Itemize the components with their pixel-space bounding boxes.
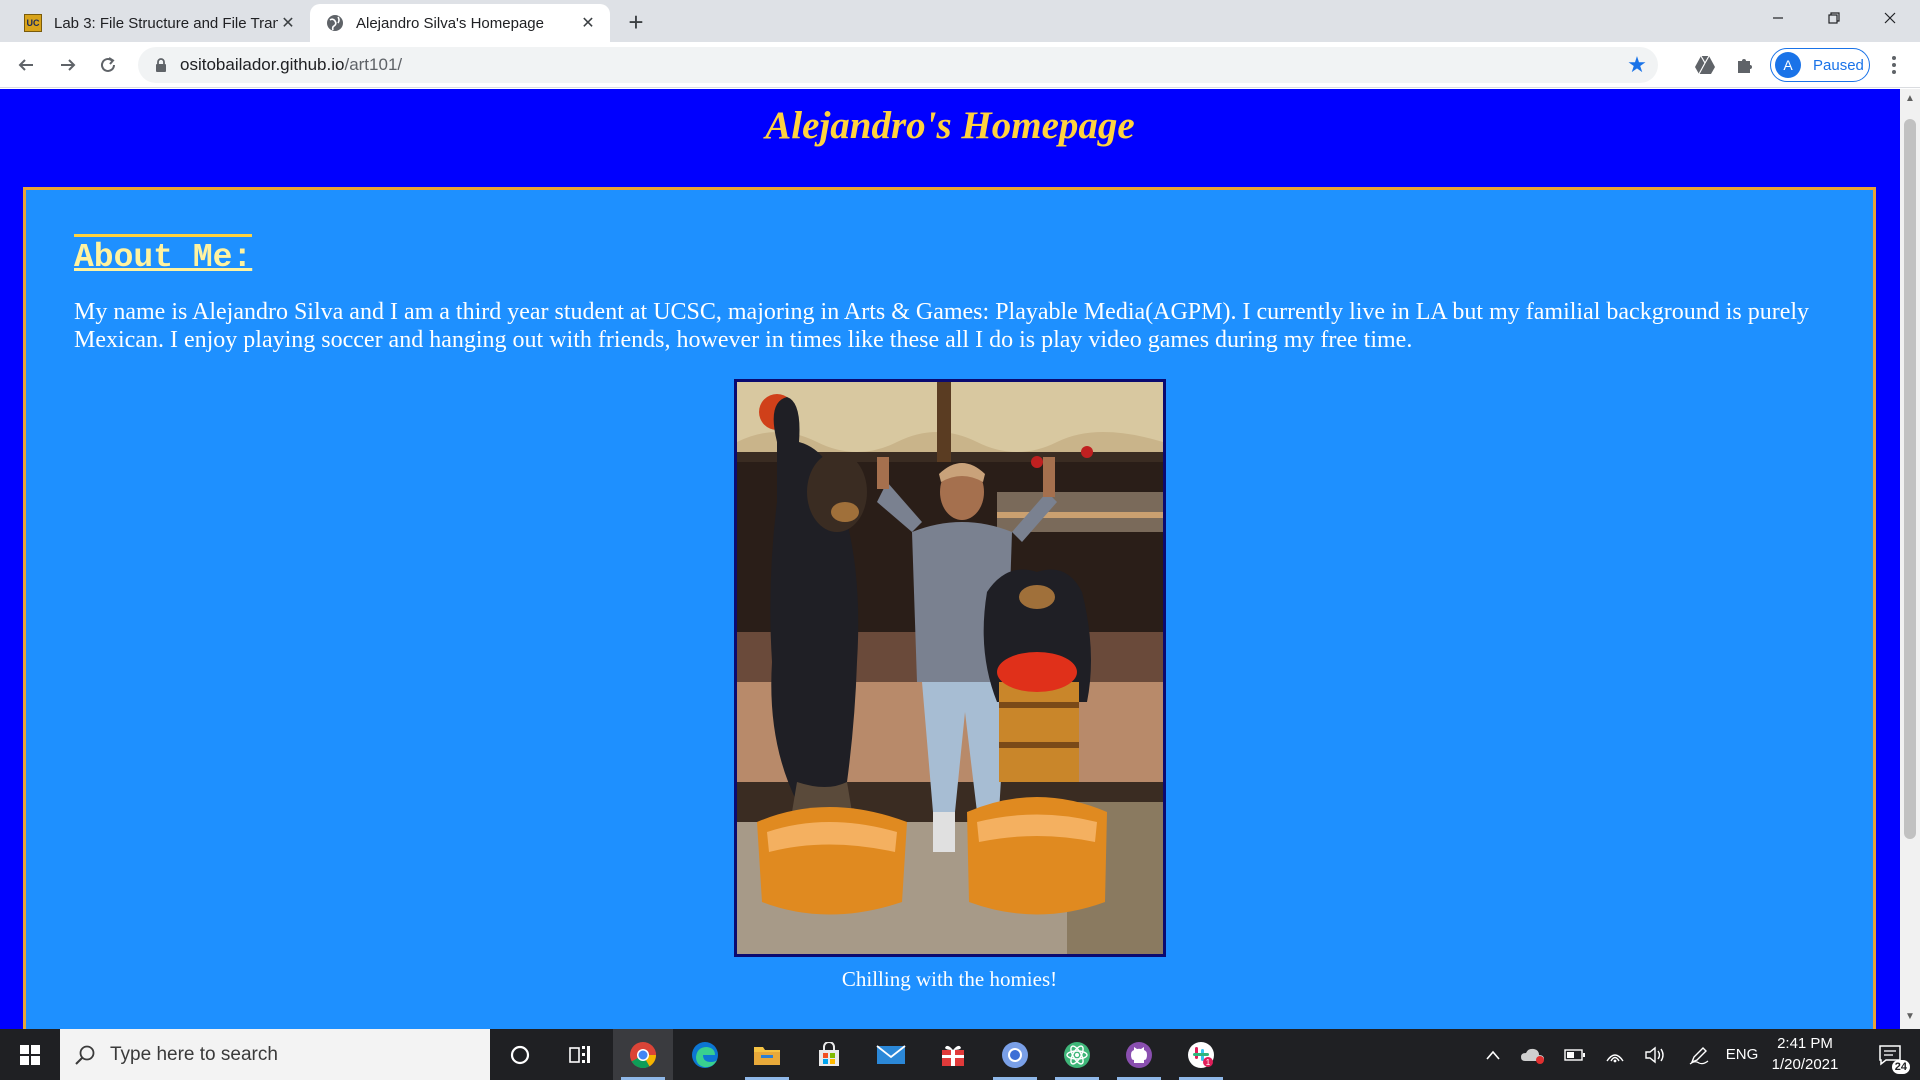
photo-image [737, 382, 1163, 954]
url-host: ositobailador.github.io [180, 55, 345, 74]
extensions-puzzle-icon[interactable] [1732, 52, 1758, 78]
volume-icon[interactable] [1640, 1029, 1670, 1080]
notification-count-badge: 24 [1891, 1060, 1910, 1074]
browser-toolbar: ositobailador.github.io/art101/ ★ A Paus… [0, 42, 1920, 88]
notification-center-icon[interactable]: 24 [1862, 1029, 1918, 1080]
more-menu-icon[interactable] [1882, 52, 1906, 78]
wifi-icon[interactable] [1600, 1029, 1630, 1080]
globe-icon [326, 14, 344, 32]
scroll-up-icon[interactable]: ▲ [1904, 93, 1916, 105]
windows-taskbar: Type here to search 1 ENG 2:41 PM 1/20/2… [0, 1029, 1920, 1080]
pen-icon[interactable] [1684, 1029, 1714, 1080]
tab-lab3[interactable]: UC Lab 3: File Structure and File Tran ✕ [8, 4, 308, 42]
scroll-down-icon[interactable]: ▼ [1904, 1011, 1916, 1023]
arrow-left-icon [18, 59, 33, 71]
chrome-icon[interactable] [613, 1029, 673, 1080]
clock-date: 1/20/2021 [1771, 1056, 1839, 1073]
avatar: A [1775, 52, 1801, 78]
slack-icon[interactable]: 1 [1171, 1029, 1231, 1080]
close-window-button[interactable] [1862, 0, 1918, 36]
profile-photo [734, 379, 1166, 957]
about-paragraph: My name is Alejandro Silva and I am a th… [74, 299, 1810, 353]
new-tab-button[interactable]: + [622, 7, 650, 37]
profile-button[interactable]: A Paused [1770, 48, 1870, 82]
taskbar-search-input[interactable]: Type here to search [60, 1029, 490, 1080]
reload-icon [101, 57, 115, 72]
profile-status: Paused [1813, 56, 1864, 74]
clock-time: 2:41 PM [1777, 1035, 1833, 1052]
search-placeholder: Type here to search [110, 1043, 278, 1065]
search-icon [75, 1045, 95, 1065]
url-path: /art101/ [344, 55, 403, 74]
scrollbar-thumb[interactable] [1904, 119, 1916, 839]
tab-title: Alejandro Silva's Homepage [356, 14, 544, 32]
onedrive-icon[interactable] [1518, 1029, 1548, 1080]
drive-icon[interactable] [1692, 52, 1718, 78]
close-tab-icon[interactable]: ✕ [578, 13, 598, 33]
forward-button[interactable] [52, 49, 84, 81]
windows-start-icon[interactable] [0, 1029, 60, 1080]
back-button[interactable] [10, 49, 42, 81]
ucsc-icon: UC [24, 14, 42, 32]
mail-icon[interactable] [861, 1029, 921, 1080]
url-text: ositobailador.github.io/art101/ [180, 55, 402, 75]
task-view-icon[interactable] [550, 1029, 610, 1080]
arrow-right-icon [61, 59, 76, 71]
page-scrollbar[interactable]: ▲ ▼ [1900, 89, 1920, 1029]
about-heading: About Me: [74, 234, 253, 277]
language-indicator[interactable]: ENG [1724, 1029, 1760, 1080]
close-tab-icon[interactable]: ✕ [278, 13, 298, 33]
photo-caption: Chilling with the homies! [841, 967, 1058, 991]
tab-title: Lab 3: File Structure and File Tran [54, 14, 278, 32]
about-section: About Me: My name is Alejandro Silva and… [23, 187, 1876, 1029]
bookmark-star-icon[interactable]: ★ [1626, 54, 1648, 76]
cortana-icon[interactable] [490, 1029, 550, 1080]
file-explorer-icon[interactable] [737, 1029, 797, 1080]
page-viewport: Alejandro's Homepage About Me: My name i… [0, 89, 1900, 1029]
clock[interactable]: 2:41 PM 1/20/2021 [1760, 1033, 1850, 1075]
battery-icon[interactable] [1560, 1029, 1590, 1080]
chevron-up-icon[interactable] [1480, 1029, 1506, 1080]
github-icon[interactable] [1109, 1029, 1169, 1080]
edge-icon[interactable] [675, 1029, 735, 1080]
address-bar[interactable]: ositobailador.github.io/art101/ ★ [138, 47, 1658, 83]
reload-button[interactable] [92, 49, 124, 81]
tab-strip: UC Lab 3: File Structure and File Tran ✕… [0, 0, 1920, 42]
svg-text:1: 1 [1206, 1058, 1211, 1067]
restore-button[interactable] [1806, 0, 1862, 36]
page-title: Alejandro's Homepage [765, 104, 1135, 147]
lock-icon [152, 56, 170, 74]
atom-icon[interactable] [1047, 1029, 1107, 1080]
minimize-button[interactable] [1750, 0, 1806, 36]
gift-icon[interactable] [923, 1029, 983, 1080]
store-icon[interactable] [799, 1029, 859, 1080]
tab-homepage[interactable]: Alejandro Silva's Homepage ✕ [310, 4, 610, 42]
chromium-icon[interactable] [985, 1029, 1045, 1080]
